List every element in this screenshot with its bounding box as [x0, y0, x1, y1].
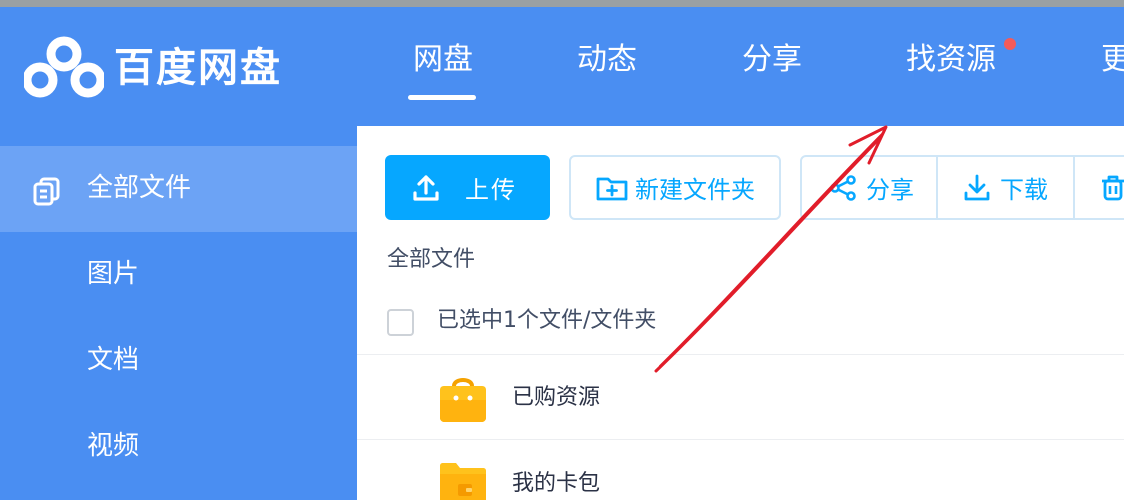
notification-dot — [1004, 38, 1016, 50]
trash-icon — [1102, 175, 1124, 200]
select-all-checkbox[interactable] — [387, 309, 414, 336]
breadcrumb[interactable]: 全部文件 — [387, 245, 475, 275]
app-name: 百度网盘 — [114, 45, 282, 91]
share-icon — [830, 174, 856, 201]
row-divider — [357, 439, 1124, 440]
file-row-name[interactable]: 我的卡包 — [512, 469, 600, 499]
new-folder-icon — [596, 177, 628, 200]
sidebar-item-all-files[interactable]: 全部文件 — [87, 170, 191, 206]
nav-tab-share[interactable]: 分享 — [742, 40, 802, 80]
sidebar-item-images[interactable]: 图片 — [87, 256, 139, 292]
share-button-label: 分享 — [866, 176, 914, 204]
wallet-folder-icon — [440, 463, 486, 500]
upload-icon — [413, 174, 439, 201]
download-icon — [964, 174, 990, 200]
file-row-name[interactable]: 已购资源 — [512, 383, 600, 413]
nav-tab-find-resources[interactable]: 找资源 — [906, 40, 996, 80]
nav-tab-activity[interactable]: 动态 — [577, 40, 637, 80]
app-logo[interactable]: 百度网盘 — [24, 36, 282, 100]
nav-active-indicator — [408, 95, 476, 100]
nav-tab-more[interactable]: 更 — [1101, 40, 1124, 80]
upload-button-label: 上传 — [465, 176, 517, 204]
sidebar-item-documents[interactable]: 文档 — [87, 342, 139, 378]
row-divider — [357, 354, 1124, 355]
sidebar-item-videos[interactable]: 视频 — [87, 428, 139, 464]
new-folder-button[interactable]: 新建文件夹 — [569, 155, 781, 220]
baidu-cloud-logo-icon — [24, 36, 104, 98]
new-folder-button-label: 新建文件夹 — [635, 176, 755, 204]
download-button[interactable]: 下载 — [962, 157, 1048, 218]
toolbar-divider — [1073, 157, 1075, 218]
nav-tab-netdisk[interactable]: 网盘 — [413, 40, 473, 80]
share-button[interactable]: 分享 — [828, 157, 914, 218]
upload-button[interactable]: 上传 — [385, 155, 550, 220]
delete-button[interactable] — [1098, 157, 1124, 218]
selection-status: 已选中1个文件/文件夹 — [437, 308, 657, 333]
shopping-bag-folder-icon — [440, 378, 486, 422]
all-files-icon — [33, 177, 60, 206]
toolbar-divider — [936, 157, 938, 218]
window-top-strip — [0, 0, 1124, 7]
file-actions-group: 分享 下载 — [800, 155, 1124, 220]
download-button-label: 下载 — [1000, 176, 1048, 204]
